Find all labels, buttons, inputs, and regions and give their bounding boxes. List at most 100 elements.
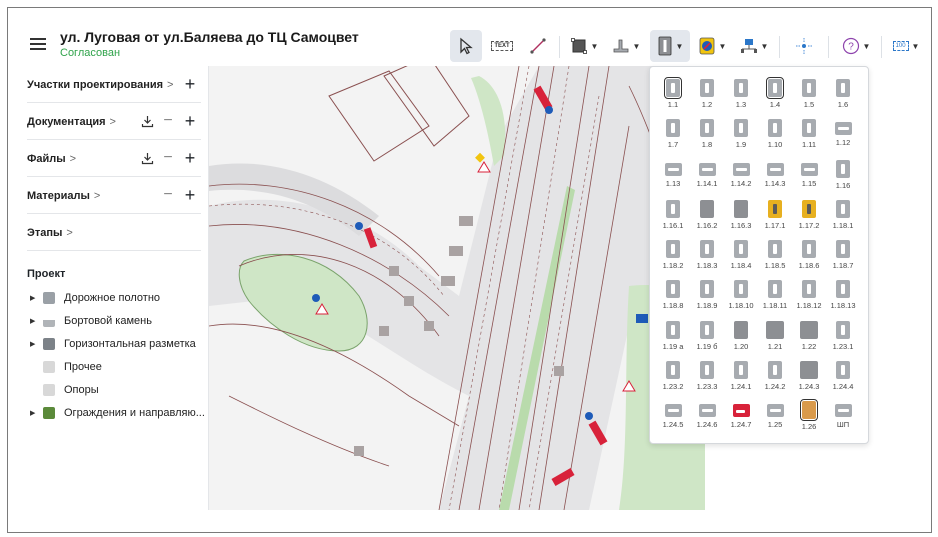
section-documentation[interactable]: Документация > − +: [27, 103, 201, 140]
road-marking-item[interactable]: 1.23.2: [656, 357, 690, 397]
road-marking-code: 1.18.2: [662, 261, 684, 271]
road-marking-item[interactable]: 1.16.1: [656, 196, 690, 236]
tree-item-marking[interactable]: ▶ Горизонтальная разметка: [30, 334, 205, 354]
road-marking-item[interactable]: 1.16.3: [724, 196, 758, 236]
road-marking-item[interactable]: 1.14.1: [690, 156, 724, 196]
section-design-areas[interactable]: Участки проектирования > +: [27, 66, 201, 103]
caret-right-icon[interactable]: ▶: [30, 340, 43, 348]
road-marking-item[interactable]: 1.18.6: [792, 236, 826, 276]
road-marking-item[interactable]: 1.20: [724, 317, 758, 357]
tree-item-road[interactable]: ▶ Дорожное полотно: [30, 288, 205, 308]
road-marking-item[interactable]: 1.19 б: [690, 317, 724, 357]
road-marking-item[interactable]: 1.24.6: [690, 397, 724, 437]
road-marking-item[interactable]: 1.23.1: [826, 317, 860, 357]
road-marking-item[interactable]: 1.18.1: [826, 196, 860, 236]
road-marking-item[interactable]: 1.24.2: [758, 357, 792, 397]
road-marking-item[interactable]: 1.17.1: [758, 196, 792, 236]
road-marking-icon: [766, 162, 784, 176]
road-marking-item[interactable]: 1.5: [792, 75, 826, 115]
minus-icon[interactable]: −: [160, 185, 176, 205]
add-icon[interactable]: +: [182, 185, 198, 205]
road-marking-item[interactable]: 1.18.12: [792, 276, 826, 316]
download-icon[interactable]: [139, 148, 155, 168]
road-marking-item[interactable]: 1.18.5: [758, 236, 792, 276]
download-icon[interactable]: [139, 111, 155, 131]
road-marking-item[interactable]: 1.3: [724, 75, 758, 115]
road-marking-code: 1.19 б: [696, 341, 718, 351]
road-marking-item[interactable]: 1.18.8: [656, 276, 690, 316]
road-marking-item[interactable]: 1.26: [792, 397, 826, 437]
scale-tool-button[interactable]: 100 ▼: [888, 30, 924, 62]
road-marking-item[interactable]: 1.12: [826, 115, 860, 155]
road-marking-item[interactable]: 1.18.7: [826, 236, 860, 276]
minus-icon[interactable]: −: [160, 148, 176, 168]
road-marking-item[interactable]: 1.17.2: [792, 196, 826, 236]
section-stages[interactable]: Этапы >: [27, 214, 201, 251]
road-marking-item[interactable]: 1.16: [826, 156, 860, 196]
road-marking-item[interactable]: 1.14.2: [724, 156, 758, 196]
road-marking-item[interactable]: 1.24.1: [724, 357, 758, 397]
tree-item-supports[interactable]: ▶ Опоры: [30, 380, 205, 400]
road-marking-item[interactable]: 1.1: [656, 75, 690, 115]
road-marking-item[interactable]: 1.18.13: [826, 276, 860, 316]
road-marking-item[interactable]: 1.18.2: [656, 236, 690, 276]
road-marking-item[interactable]: 1.9: [724, 115, 758, 155]
section-files[interactable]: Файлы > − +: [27, 140, 201, 177]
road-marking-item[interactable]: 1.13: [656, 156, 690, 196]
caret-right-icon[interactable]: ▶: [30, 317, 43, 325]
tree-item-fences[interactable]: ▶ Ограждения и направляю...: [30, 403, 205, 423]
road-marking-item[interactable]: 1.24.3: [792, 357, 826, 397]
road-marking-item[interactable]: ШП: [826, 397, 860, 437]
svg-text:?: ?: [848, 42, 854, 53]
road-marking-item[interactable]: 1.18.9: [690, 276, 724, 316]
network-tool-button[interactable]: ▼: [736, 30, 772, 62]
road-marking-item[interactable]: 1.23.3: [690, 357, 724, 397]
road-marking-item[interactable]: 1.24.4: [826, 357, 860, 397]
road-marking-code: 1.4: [769, 100, 781, 109]
caret-right-icon[interactable]: ▶: [30, 409, 43, 417]
road-marking-item[interactable]: 1.14.3: [758, 156, 792, 196]
road-marking-item[interactable]: 1.18.4: [724, 236, 758, 276]
road-marking-item[interactable]: 1.22: [792, 317, 826, 357]
add-icon[interactable]: +: [182, 74, 198, 94]
menu-icon[interactable]: [30, 38, 46, 51]
text-tool-button[interactable]: TEXT: [486, 30, 518, 62]
road-marking-item[interactable]: 1.24.5: [656, 397, 690, 437]
curb-tool-button[interactable]: ▼: [608, 30, 644, 62]
road-marking-item[interactable]: 1.19 а: [656, 317, 690, 357]
road-marking-item[interactable]: 1.18.10: [724, 276, 758, 316]
move-tool-button[interactable]: [788, 30, 820, 62]
traffic-sign-tool-button[interactable]: ▼: [694, 30, 730, 62]
road-marking-item[interactable]: 1.18.11: [758, 276, 792, 316]
road-marking-item[interactable]: 1.7: [656, 115, 690, 155]
road-marking-item[interactable]: 1.24.7: [724, 397, 758, 437]
road-sign-tool-button[interactable]: ▼: [650, 30, 690, 62]
add-icon[interactable]: +: [182, 148, 198, 168]
add-icon[interactable]: +: [182, 111, 198, 131]
road-marking-code: 1.18.9: [696, 301, 718, 311]
road-marking-item[interactable]: 1.6: [826, 75, 860, 115]
caret-right-icon[interactable]: ▶: [30, 294, 43, 302]
road-marking-item[interactable]: 1.18.3: [690, 236, 724, 276]
map-canvas[interactable]: [208, 66, 705, 510]
road-marking-item[interactable]: 1.21: [758, 317, 792, 357]
section-label: Этапы: [27, 227, 63, 239]
road-marking-item[interactable]: 1.16.2: [690, 196, 724, 236]
road-marking-item[interactable]: 1.4: [758, 75, 792, 115]
section-label: Материалы: [27, 190, 90, 202]
rectangle-tool-button[interactable]: ▼: [566, 30, 602, 62]
text-tool-label: TEXT: [494, 43, 510, 49]
tree-item-curb[interactable]: ▶ Бортовой камень: [30, 311, 205, 331]
road-marking-item[interactable]: 1.11: [792, 115, 826, 155]
road-marking-item[interactable]: 1.10: [758, 115, 792, 155]
line-tool-button[interactable]: [522, 30, 554, 62]
select-tool-button[interactable]: [450, 30, 482, 62]
road-marking-item[interactable]: 1.15: [792, 156, 826, 196]
section-materials[interactable]: Материалы > − +: [27, 177, 201, 214]
tree-item-other[interactable]: ▶ Прочее: [30, 357, 205, 377]
minus-icon[interactable]: −: [160, 111, 176, 131]
road-marking-item[interactable]: 1.25: [758, 397, 792, 437]
road-marking-item[interactable]: 1.8: [690, 115, 724, 155]
help-button[interactable]: ? ▼: [838, 30, 874, 62]
road-marking-item[interactable]: 1.2: [690, 75, 724, 115]
